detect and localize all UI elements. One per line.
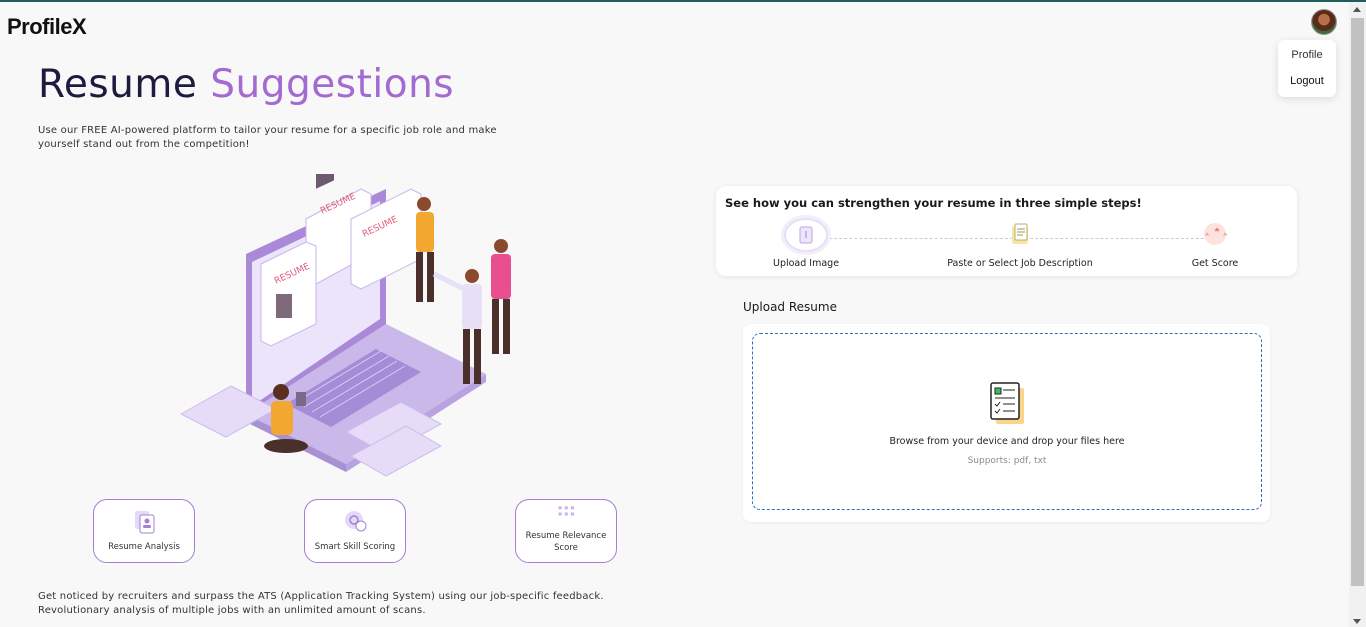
step-upload-image: Upload Image <box>773 218 839 269</box>
steps-title: See how you can strengthen your resume i… <box>725 196 1142 210</box>
feature-label: Resume Relevance Score <box>525 531 607 553</box>
file-dropzone[interactable]: Browse from your device and drop your fi… <box>752 333 1262 510</box>
step-label: Get Score <box>1191 258 1239 269</box>
grid-dots-icon <box>558 506 574 516</box>
resume-illustration: RESUME RESUME RESUME <box>179 174 511 477</box>
upload-title: Upload Resume <box>743 300 837 314</box>
avatar[interactable] <box>1311 9 1337 35</box>
step-label: Paste or Select Job Description <box>947 258 1093 269</box>
resume-checklist-icon <box>990 382 1024 424</box>
scroll-down-icon[interactable] <box>1353 619 1361 624</box>
step-job-description: Paste or Select Job Description <box>940 218 1100 269</box>
clipboard-icon <box>940 218 1100 252</box>
brain-gear-icon <box>345 511 367 532</box>
stars-icon <box>1189 218 1241 252</box>
person-standing-yellow <box>416 197 434 302</box>
title-part-accent: Suggestions <box>210 62 455 107</box>
scroll-up-icon[interactable] <box>1353 7 1361 12</box>
intro-text: Use our FREE AI-powered platform to tail… <box>38 125 497 150</box>
title-part-dark: Resume <box>38 62 198 107</box>
feature-resume-relevance-score[interactable]: Resume Relevance Score <box>515 499 617 563</box>
upload-document-icon <box>784 218 829 252</box>
person-standing-pink <box>491 239 511 354</box>
step-get-score: Get Score <box>1189 218 1241 269</box>
menu-item-profile[interactable]: Profile <box>1278 49 1336 61</box>
feature-resume-analysis[interactable]: Resume Analysis <box>93 499 195 563</box>
document-person-icon <box>135 511 155 534</box>
feature-smart-skill-scoring[interactable]: Smart Skill Scoring <box>304 499 406 563</box>
step-label: Upload Image <box>773 258 840 269</box>
dropzone-text: Browse from your device and drop your fi… <box>889 436 1125 447</box>
app-logo[interactable]: ProfileX <box>7 14 87 40</box>
user-dropdown-menu: Profile Logout <box>1278 40 1336 97</box>
feature-label: Smart Skill Scoring <box>314 542 396 552</box>
bottom-description: Get noticed by recruiters and surpass th… <box>38 591 604 616</box>
upload-card: Browse from your device and drop your fi… <box>743 324 1270 522</box>
page-scrollbar[interactable] <box>1349 2 1366 627</box>
feature-label: Resume Analysis <box>108 542 180 552</box>
page-title: Resume Suggestions <box>38 62 454 107</box>
steps-card: See how you can strengthen your resume i… <box>716 186 1297 276</box>
dropzone-supported-formats: Supports: pdf, txt <box>967 456 1047 466</box>
menu-item-logout[interactable]: Logout <box>1278 75 1336 87</box>
scrollbar-thumb[interactable] <box>1351 18 1364 586</box>
